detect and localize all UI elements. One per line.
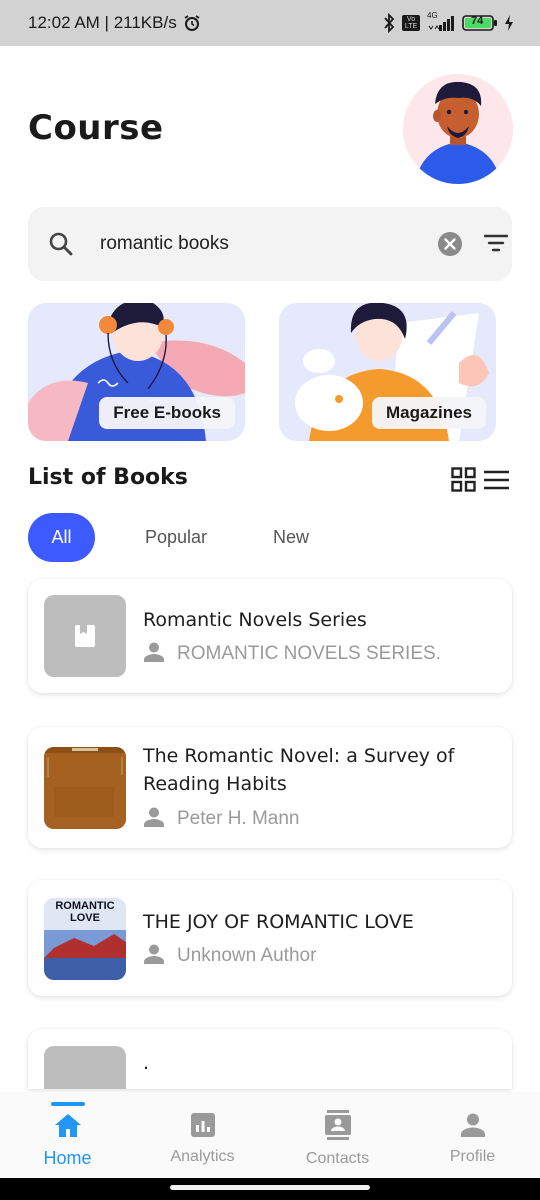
page-title: Course: [28, 108, 164, 148]
category-card-free-ebooks[interactable]: Free E-books: [28, 303, 245, 441]
home-gesture-bar[interactable]: [170, 1185, 370, 1190]
chip-all[interactable]: All: [28, 513, 95, 562]
section-title: List of Books: [28, 465, 188, 490]
avatar[interactable]: [403, 74, 513, 184]
book-author-row: ROMANTIC NOVELS SERIES.: [143, 641, 441, 667]
book-cover: ROMANTIC LOVE: [44, 898, 126, 980]
nav-label: Analytics: [170, 1148, 235, 1165]
book-cover: [44, 595, 126, 677]
nav-profile[interactable]: Profile: [405, 1092, 540, 1178]
book-title: THE JOY OF ROMANTIC LOVE: [143, 911, 414, 933]
book-title: Romantic Novels Series: [143, 609, 367, 631]
category-label: Magazines: [372, 397, 486, 429]
category-card-magazines[interactable]: Magazines: [279, 303, 496, 441]
status-left: 12:02 AM | 211KB/s: [28, 13, 201, 33]
search-bar: [28, 207, 512, 281]
status-time: 12:02 AM | 211KB/s: [28, 13, 177, 32]
status-bar: 12:02 AM | 211KB/s Vo LTE 4G 74: [0, 0, 540, 46]
search-input[interactable]: [100, 227, 420, 261]
nav-home[interactable]: Home: [0, 1092, 135, 1178]
volte-icon: Vo LTE: [402, 15, 420, 31]
book-cover: [44, 1046, 126, 1089]
filter-icon[interactable]: [483, 233, 509, 257]
bluetooth-icon: [382, 13, 396, 33]
book-author-row: Peter H. Mann: [143, 806, 300, 832]
book-card[interactable]: The Romantic Novel: a Survey of Reading …: [28, 727, 512, 848]
filter-chips: All Popular New: [28, 513, 331, 562]
battery-icon: 74: [462, 14, 498, 32]
bottom-nav: Home Analytics Contacts Profile: [0, 1092, 540, 1178]
book-author: Peter H. Mann: [177, 808, 300, 829]
grid-view-icon[interactable]: [451, 467, 476, 496]
person-icon: [143, 943, 165, 969]
category-label: Free E-books: [99, 397, 235, 429]
person-icon: [143, 806, 165, 832]
chip-popular[interactable]: Popular: [111, 513, 241, 562]
book-title: .: [143, 1052, 150, 1074]
charging-icon: [504, 14, 514, 32]
book-placeholder-icon: [75, 625, 95, 647]
book-card[interactable]: .: [28, 1029, 512, 1089]
nav-label: Profile: [449, 1148, 496, 1165]
contacts-icon: [324, 1110, 352, 1144]
book-title: The Romantic Novel: a Survey of Reading …: [143, 745, 455, 795]
book-author-row: Unknown Author: [143, 943, 316, 969]
person-icon: [143, 641, 165, 667]
book-cover-text: ROMANTIC LOVE: [55, 900, 115, 924]
book-cover-art: [44, 747, 126, 829]
book-card[interactable]: Romantic Novels Series ROMANTIC NOVELS S…: [28, 579, 512, 693]
nav-contacts[interactable]: Contacts: [270, 1092, 405, 1178]
profile-icon: [460, 1112, 486, 1142]
list-view-icon[interactable]: [484, 470, 509, 494]
nav-analytics[interactable]: Analytics: [135, 1092, 270, 1178]
chip-new[interactable]: New: [251, 513, 331, 562]
book-cover: [44, 747, 126, 829]
book-author: ROMANTIC NOVELS SERIES.: [177, 643, 441, 664]
avatar-illustration: [403, 74, 513, 184]
home-icon: [54, 1112, 82, 1142]
search-icon[interactable]: [48, 231, 74, 261]
book-author: Unknown Author: [177, 945, 317, 966]
nav-active-indicator: [50, 1102, 85, 1106]
signal-icon: 4G: [426, 11, 456, 32]
clear-icon[interactable]: [437, 231, 463, 261]
nav-label: Home: [43, 1148, 92, 1168]
alarm-icon: [183, 14, 201, 32]
book-card[interactable]: ROMANTIC LOVE THE JOY OF ROMANTIC LOVE U…: [28, 880, 512, 996]
analytics-icon: [190, 1112, 216, 1142]
nav-label: Contacts: [305, 1150, 370, 1167]
status-right: Vo LTE 4G 74: [382, 11, 514, 33]
